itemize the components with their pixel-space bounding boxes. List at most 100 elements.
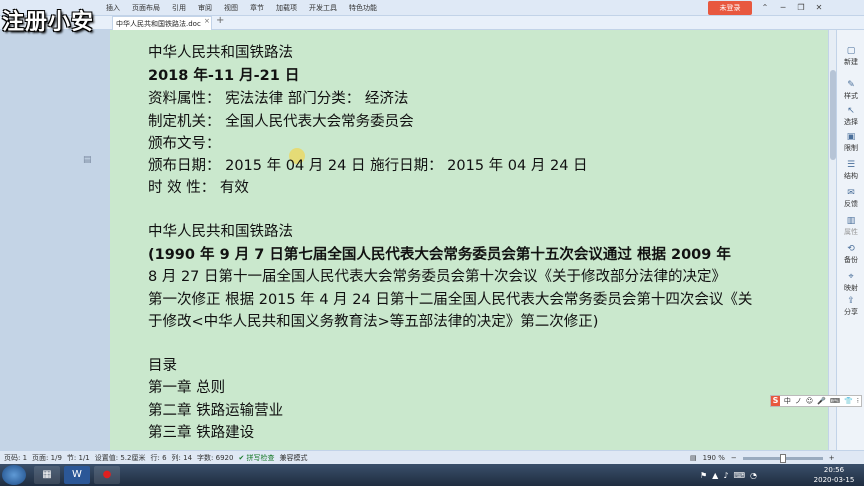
doc-date: 2018 年-11 月-21 日 — [148, 68, 300, 84]
doc-history-line: 于修改<中华人民共和国义务教育法>等五部法律的决定》第二次修正) — [148, 314, 599, 330]
ime-skin-icon[interactable]: 👕 — [842, 397, 855, 405]
side-restrict-button[interactable]: ▣ 限制 — [837, 132, 864, 153]
taskbar-explorer-icon[interactable]: ▦ — [34, 466, 60, 484]
status-word-count[interactable]: 字数: 6920 — [197, 451, 233, 465]
share-icon: ⇪ — [847, 296, 855, 306]
minimize-icon[interactable]: ─ — [774, 0, 792, 16]
doc-toc-item: 第二章 铁路运输营业 — [148, 403, 284, 419]
status-column: 列: 14 — [171, 454, 193, 462]
doc-toc-heading: 目录 — [148, 358, 177, 374]
lock-icon: ▣ — [846, 132, 856, 142]
view-mode-icon[interactable]: ▤ — [690, 451, 697, 465]
ime-lang-toggle[interactable]: 中 — [782, 396, 793, 406]
tray-flag-icon[interactable]: ⚑ — [700, 471, 707, 480]
tab-addins[interactable]: 加载项 — [270, 0, 303, 16]
tab-references[interactable]: 引用 — [166, 0, 192, 16]
zoom-slider[interactable] — [742, 453, 823, 463]
taskbar-recorder-icon[interactable]: ● — [94, 466, 120, 484]
ime-keyboard-icon[interactable]: ⌨ — [828, 397, 842, 405]
tray-volume-icon[interactable]: ♪ — [723, 471, 728, 480]
side-feedback-button[interactable]: ✉ 反馈 — [837, 188, 864, 209]
doc-dates-line: 颁布日期： 2015 年 04 月 24 日 施行日期： 2015 年 04 月… — [148, 158, 588, 174]
zoom-out-icon[interactable]: − — [731, 451, 737, 465]
login-button[interactable]: 未登录 — [708, 1, 752, 15]
zoom-controls: ▤ 190 % − + — [690, 451, 835, 465]
ime-voice-icon[interactable]: 🎤 — [815, 397, 828, 405]
doc-number-line: 颁布文号： — [148, 136, 221, 152]
spell-check-toggle[interactable]: ✔ 拼写检查 — [238, 451, 274, 465]
tab-chapter[interactable]: 章节 — [244, 0, 270, 16]
tab-view[interactable]: 视图 — [218, 0, 244, 16]
taskbar-clock[interactable]: 20:56 2020-03-15 — [808, 465, 860, 485]
document-tab-bar: 中华人民共和国铁路法.doc — [0, 16, 864, 30]
taskbar-wps-icon[interactable]: W — [64, 466, 90, 484]
feedback-icon: ✉ — [847, 188, 855, 198]
backup-icon: ⟲ — [847, 244, 855, 254]
tray-network-icon[interactable]: ◔ — [750, 471, 757, 480]
zoom-slider-knob[interactable] — [779, 453, 786, 463]
title-bar: 插入 页面布局 引用 审阅 视图 章节 加载项 开发工具 特色功能 未登录 ⌃ … — [0, 0, 864, 16]
tab-page-layout[interactable]: 页面布局 — [126, 0, 166, 16]
side-backup-button[interactable]: ⟲ 备份 — [837, 244, 864, 265]
document-area: 中华人民共和国铁路法 2018 年-11 月-21 日 资料属性： 宪法法律 部… — [0, 30, 830, 450]
start-button[interactable] — [2, 465, 26, 485]
side-style-button[interactable]: ✎ 样式 — [837, 80, 864, 101]
status-info: 页码: 1 页面: 1/9 节: 1/1 设置值: 5.2厘米 行: 6 列: … — [4, 451, 308, 465]
ime-toolbar[interactable]: S 中 ノ ☺ 🎤 ⌨ 👕 ⁝ — [770, 395, 862, 407]
doc-history-line: 8 月 27 日第十一届全国人民代表大会常务委员会第十次会议《关于修改部分法律的… — [148, 269, 726, 285]
map-icon: ⌖ — [848, 272, 854, 282]
ime-emoji-icon[interactable]: ☺ — [804, 397, 815, 405]
paragraph-marker-icon[interactable]: ▤ — [83, 155, 92, 165]
compat-mode-label: 兼容模式 — [279, 454, 308, 462]
zoom-in-icon[interactable]: + — [829, 451, 835, 465]
status-page-number: 页码: 1 — [4, 454, 28, 462]
doc-toc-item: 第三章 铁路建设 — [148, 425, 255, 441]
status-section: 节: 1/1 — [66, 454, 90, 462]
properties-icon: ▥ — [846, 216, 856, 226]
side-new-button[interactable]: ▢ 新建 — [837, 46, 864, 67]
new-tab-icon[interactable]: + — [216, 15, 224, 26]
tray-keyboard-icon[interactable]: ⌨ — [733, 471, 745, 480]
doc-validity-line: 时 效 性： 有效 — [148, 180, 249, 196]
select-icon: ↖ — [847, 106, 855, 116]
tab-developer[interactable]: 开发工具 — [303, 0, 343, 16]
vertical-scrollbar[interactable] — [828, 30, 836, 450]
window-controls: ⌃ ─ ❐ ✕ — [756, 0, 828, 16]
doc-authority-line: 制定机关： 全国人民代表大会常务委员会 — [148, 114, 414, 130]
structure-icon: ☰ — [846, 160, 856, 170]
zoom-level[interactable]: 190 % — [703, 451, 725, 465]
document-page[interactable]: 中华人民共和国铁路法 2018 年-11 月-21 日 资料属性： 宪法法律 部… — [110, 30, 830, 450]
video-watermark: 注册小安 — [2, 10, 95, 35]
doc-attribute-line: 资料属性： 宪法法律 部门分类： 经济法 — [148, 91, 409, 107]
clock-time: 20:56 — [823, 466, 845, 474]
restore-icon[interactable]: ❐ — [792, 0, 810, 16]
side-structure-button[interactable]: ☰ 结构 — [837, 160, 864, 181]
side-map-button[interactable]: ⌖ 映射 — [837, 272, 864, 293]
doc-title: 中华人民共和国铁路法 — [148, 45, 293, 61]
status-setting-value: 设置值: 5.2厘米 — [94, 454, 146, 462]
doc-history-line: 第一次修正 根据 2015 年 4 月 24 日第十二届全国人民代表大会常务委员… — [148, 292, 753, 308]
tab-review[interactable]: 审阅 — [192, 0, 218, 16]
doc-history-line: (1990 年 9 月 7 日第七届全国人民代表大会常务委员会第十五次会议通过 … — [148, 247, 731, 263]
document-tab[interactable]: 中华人民共和国铁路法.doc — [112, 16, 212, 30]
close-icon[interactable]: ✕ — [810, 0, 828, 16]
side-select-button[interactable]: ↖ 选择 — [837, 106, 864, 127]
tray-expand-icon[interactable]: ▲ — [712, 471, 718, 480]
status-row: 行: 6 — [150, 454, 167, 462]
taskbar: ▦ W ● ⚑ ▲ ♪ ⌨ ◔ 20:56 2020-03-15 — [0, 464, 864, 486]
status-pages[interactable]: 页面: 1/9 — [32, 451, 62, 465]
ime-punct-icon[interactable]: ノ — [793, 396, 804, 406]
sogou-logo-icon: S — [771, 396, 780, 406]
new-icon: ▢ — [846, 46, 856, 56]
ribbon-tabs: 插入 页面布局 引用 审阅 视图 章节 加载项 开发工具 特色功能 — [100, 0, 383, 16]
side-properties-button[interactable]: ▥ 属性 — [837, 216, 864, 237]
side-share-button[interactable]: ⇪ 分享 — [837, 296, 864, 317]
system-tray: ⚑ ▲ ♪ ⌨ ◔ — [700, 464, 757, 486]
status-bar: 页码: 1 页面: 1/9 节: 1/1 设置值: 5.2厘米 行: 6 列: … — [0, 450, 864, 464]
close-tab-icon[interactable]: × — [204, 17, 210, 25]
tab-special-features[interactable]: 特色功能 — [343, 0, 383, 16]
style-icon: ✎ — [847, 80, 855, 90]
collapse-ribbon-icon[interactable]: ⌃ — [756, 0, 774, 16]
ime-more-icon[interactable]: ⁝ — [855, 397, 861, 405]
tab-insert[interactable]: 插入 — [100, 0, 126, 16]
